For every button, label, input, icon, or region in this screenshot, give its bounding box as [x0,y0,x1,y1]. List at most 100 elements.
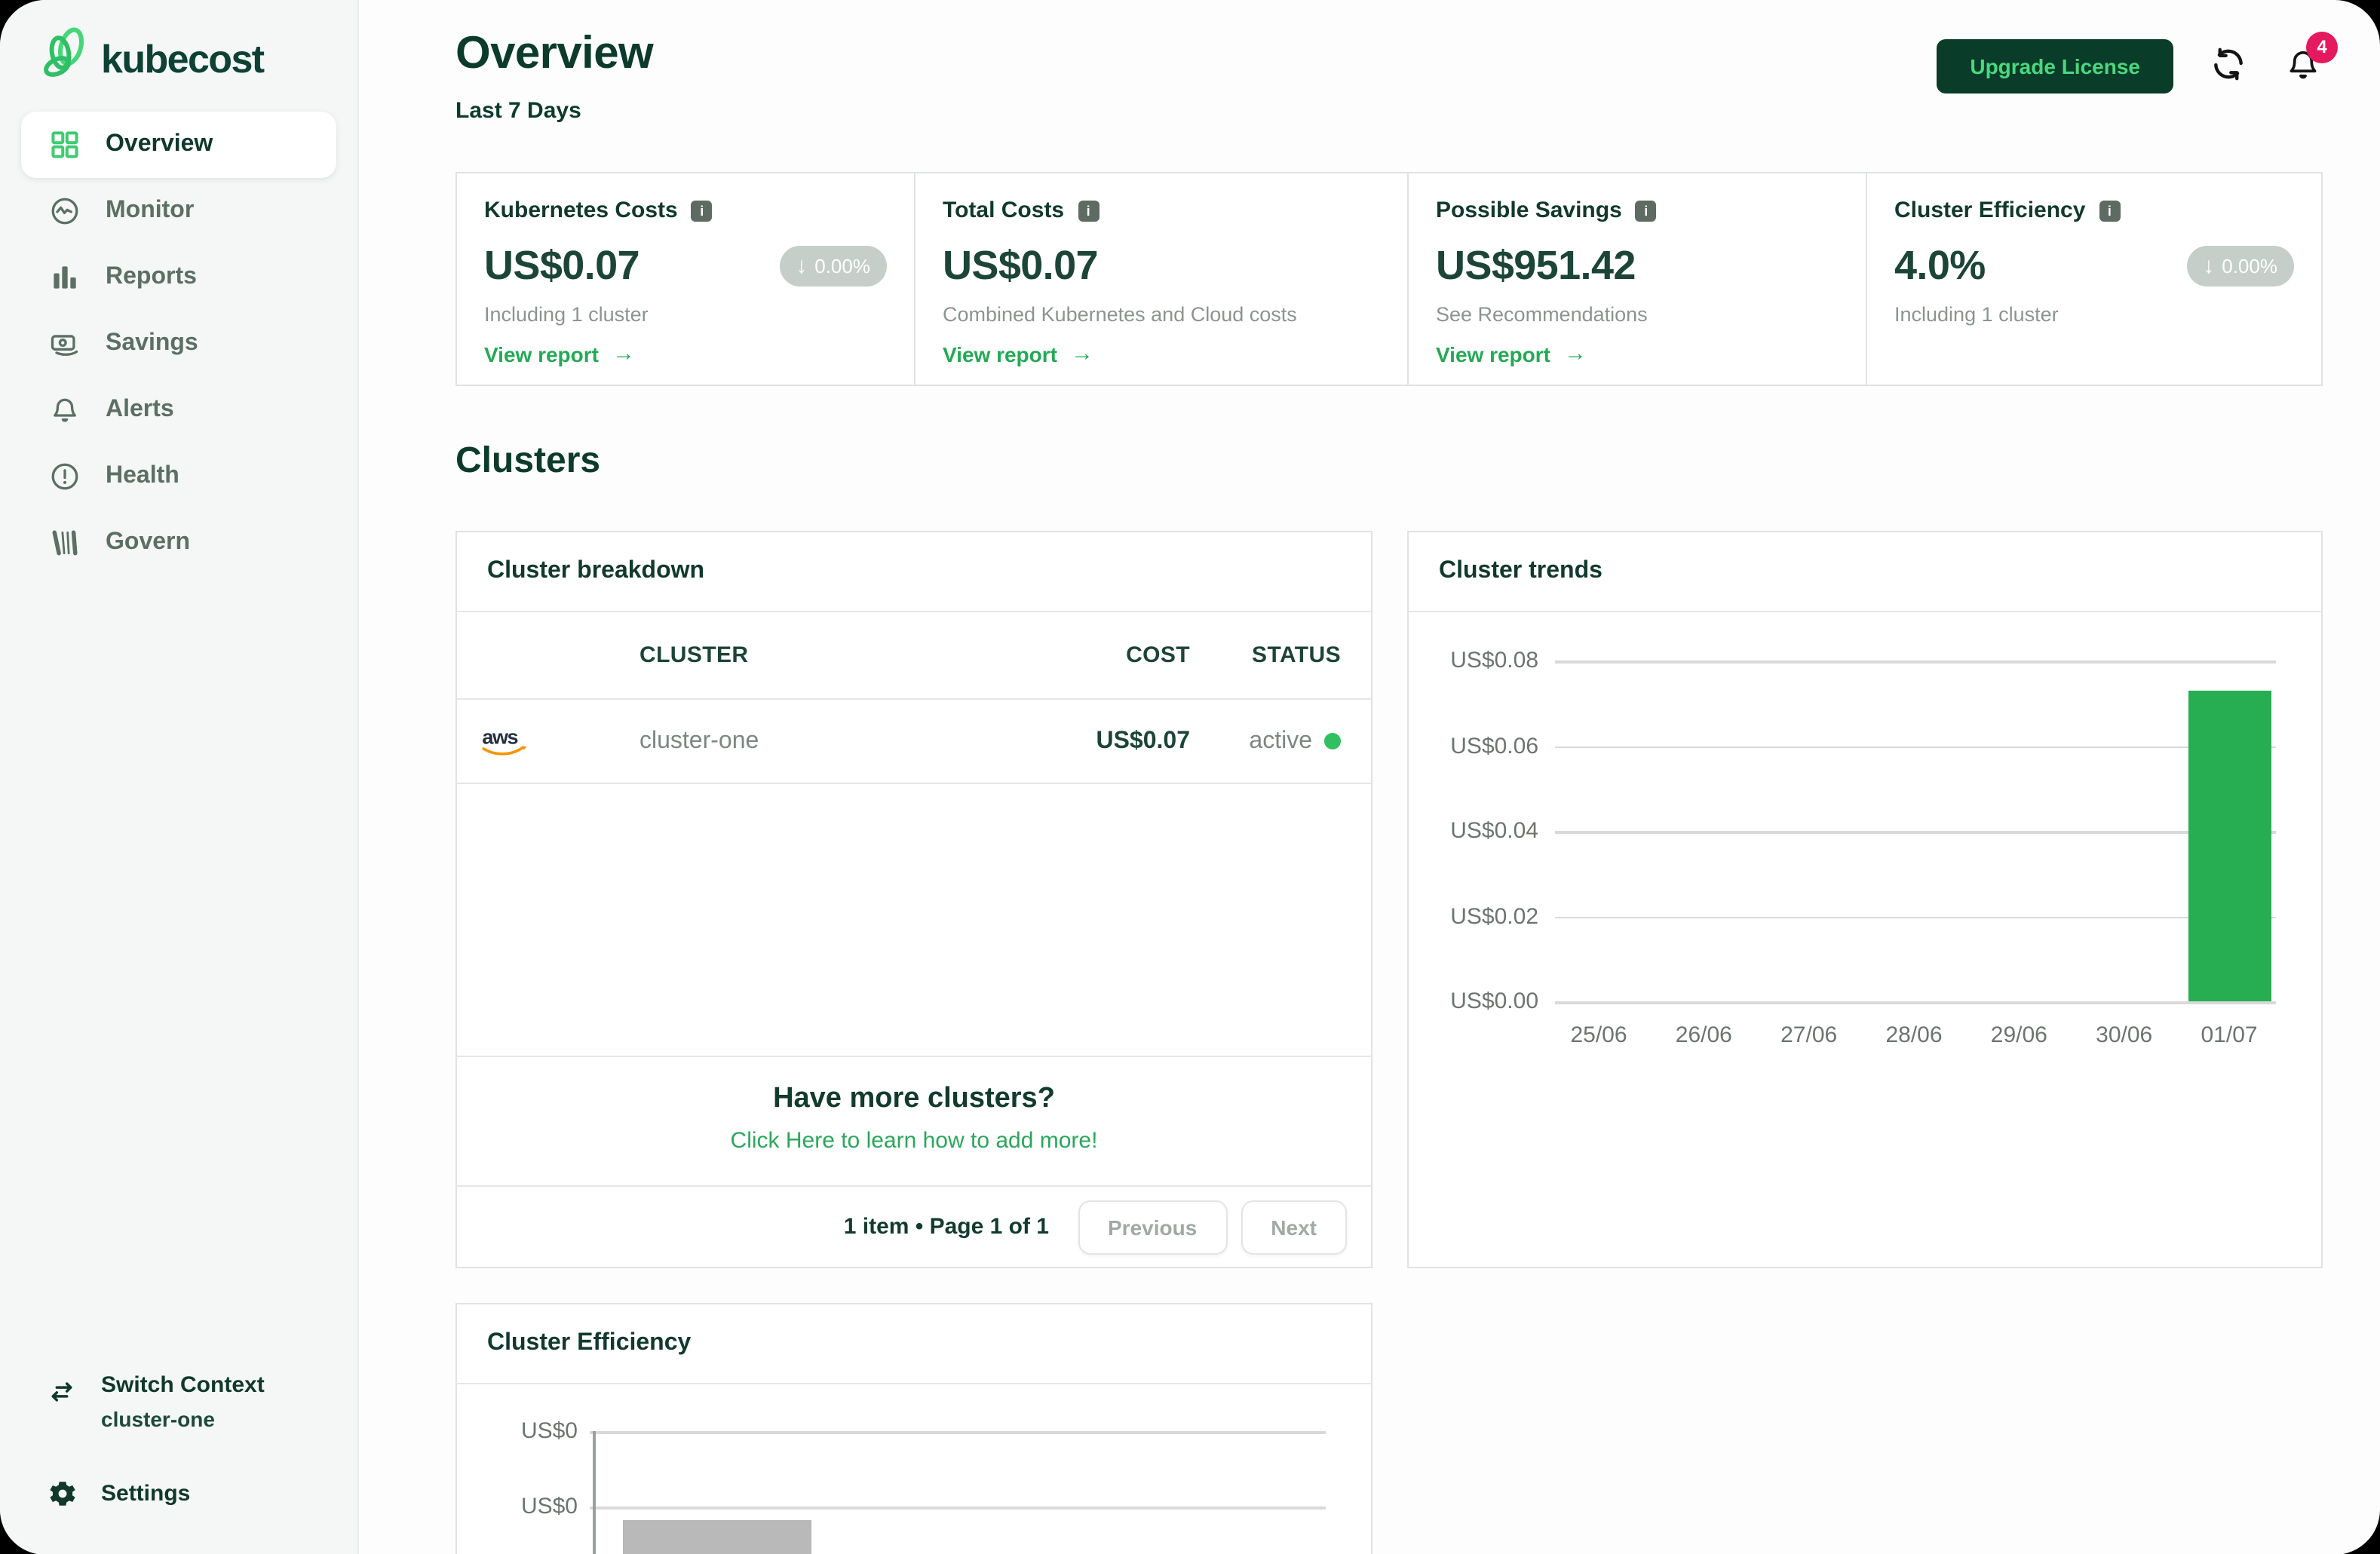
view-report-link[interactable]: View report→ [943,341,1093,366]
refresh-button[interactable] [2210,45,2247,87]
notification-count-badge: 4 [2306,31,2338,63]
sidebar-item-label: Health [106,463,179,490]
info-icon[interactable]: i [1078,200,1099,221]
column-header-cluster[interactable]: CLUSTER [554,642,937,668]
change-pill: ↓ 0.00% [2186,246,2294,287]
grid-line [590,1506,1326,1509]
aws-logo: aws [457,722,554,761]
stat-total-costs: Total Costs i US$0.07 Combined Kubernete… [914,173,1407,385]
x-tick-label: 25/06 [1570,1022,1627,1048]
sidebar-spacer [21,576,336,1371]
main-content: Overview Last 7 Days Upgrade License [359,0,2380,1554]
y-tick-label: US$0.02 [1409,903,1538,929]
brand-name: kubecost [101,35,264,82]
arrow-right-icon: → [612,341,635,366]
grid-line [1555,746,2276,748]
grid-line [1555,1001,2276,1004]
switch-context-button[interactable]: Switch Context cluster-one [21,1371,336,1431]
grid-line [1555,661,2276,663]
x-tick-label: 30/06 [2096,1022,2152,1048]
refresh-icon [2210,45,2247,87]
sidebar: kubecost Overview Monitor [0,0,359,1554]
sidebar-item-savings[interactable]: Savings [21,311,336,377]
efficiency-bar [623,1520,811,1554]
upgrade-license-button[interactable]: Upgrade License [1937,39,2173,93]
grid-line [1555,916,2276,918]
sidebar-item-label: Alerts [106,397,174,424]
stat-value: US$951.42 [1436,243,1636,290]
current-cluster-label: cluster-one [101,1407,265,1431]
money-icon [48,327,81,360]
pagination-bar: 1 item • Page 1 of 1 Previous Next [457,1185,1371,1267]
change-pill: ↓ 0.00% [779,246,887,287]
grid-line [590,1431,1326,1433]
more-clusters-title: Have more clusters? [457,1083,1371,1116]
health-icon [48,460,81,493]
pagination-summary: 1 item • Page 1 of 1 [844,1214,1049,1240]
kubecost-logo-icon [39,23,90,94]
stat-cards: Kubernetes Costs i US$0.07 ↓ 0.00% Inclu… [455,172,2323,386]
stat-value: US$0.07 [484,243,639,290]
clusters-section-title: Clusters [455,440,2323,483]
sidebar-item-label: Savings [106,330,198,357]
switch-context-label: Switch Context [101,1371,265,1401]
trend-bar [2188,691,2271,1001]
info-icon[interactable]: i [692,200,713,221]
view-report-link[interactable]: View report→ [1436,341,1587,366]
stat-title: Cluster Efficiency [1894,198,2085,223]
x-tick-label: 29/06 [1991,1022,2047,1048]
header-actions: Upgrade License [1937,39,2323,93]
swap-arrows-icon [45,1375,78,1408]
sidebar-item-health[interactable]: Health [21,443,336,510]
bell-icon [48,394,81,427]
sidebar-item-label: Overview [106,131,213,158]
sidebar-item-label: Monitor [106,198,194,225]
column-header-status[interactable]: STATUS [1190,642,1371,668]
stat-possible-savings: Possible Savings i US$951.42 See Recomme… [1407,173,1866,385]
cluster-trends-chart: US$0.08US$0.06US$0.04US$0.02US$0.0025/06… [1409,612,2321,1267]
cluster-name: cluster-one [554,728,937,755]
x-tick-label: 27/06 [1780,1022,1837,1048]
settings-button[interactable]: Settings [21,1476,336,1510]
grid-line [1555,831,2276,833]
sidebar-item-monitor[interactable]: Monitor [21,178,336,244]
date-range-label: Last 7 Days [455,98,653,124]
arrow-right-icon: → [1564,341,1587,366]
cluster-breakdown-title: Cluster breakdown [457,532,1371,612]
notifications-button[interactable]: 4 [2283,44,2323,88]
sidebar-item-label: Govern [106,529,190,556]
table-header-row: CLUSTER COST STATUS [457,612,1371,700]
stat-kubernetes-costs: Kubernetes Costs i US$0.07 ↓ 0.00% Inclu… [457,173,914,385]
grid-icon [48,128,81,161]
stat-note: See Recommendations [1436,303,1648,326]
column-header-cost[interactable]: COST [937,642,1190,668]
stat-value: 4.0% [1894,243,1986,290]
table-empty-space [457,784,1371,1056]
cluster-efficiency-title: Cluster Efficiency [457,1304,1371,1384]
cluster-breakdown-panel: Cluster breakdown CLUSTER COST STATUS aw… [455,531,1372,1268]
stat-title: Possible Savings [1436,198,1622,223]
next-page-button[interactable]: Next [1241,1200,1347,1254]
stat-value: US$0.07 [943,243,1098,290]
y-tick-label: US$0.04 [1409,818,1538,844]
more-clusters-block: Have more clusters? Click Here to learn … [457,1056,1371,1185]
previous-page-button[interactable]: Previous [1078,1200,1227,1254]
info-icon[interactable]: i [1636,200,1657,221]
table-row[interactable]: aws cluster-one US$0.07 active [457,700,1371,784]
add-clusters-link[interactable]: Click Here to learn how to add more! [457,1128,1371,1154]
stat-title: Kubernetes Costs [484,198,678,223]
cluster-efficiency-chart: US$0 US$0 [457,1384,1371,1554]
cluster-cost: US$0.07 [937,728,1190,755]
down-arrow-icon: ↓ [796,253,807,279]
sidebar-item-govern[interactable]: Govern [21,510,336,576]
sidebar-item-overview[interactable]: Overview [21,112,336,178]
info-icon[interactable]: i [2099,200,2120,221]
sidebar-item-reports[interactable]: Reports [21,244,336,311]
view-report-link[interactable]: View report→ [484,341,635,366]
sidebar-item-alerts[interactable]: Alerts [21,377,336,443]
stat-title: Total Costs [943,198,1064,223]
x-tick-label: 28/06 [1885,1022,1942,1048]
stat-note: Including 1 cluster [484,303,649,326]
brand-logo[interactable]: kubecost [21,24,336,93]
road-icon [48,526,81,559]
